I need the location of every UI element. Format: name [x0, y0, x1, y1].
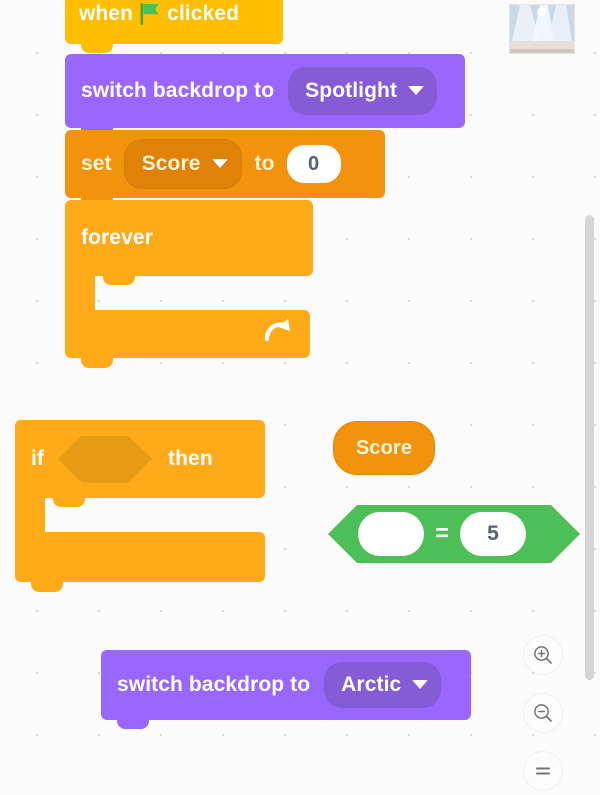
- green-flag-icon: [139, 2, 161, 26]
- switch-backdrop-label: switch backdrop to: [117, 673, 311, 696]
- variable-reporter-score[interactable]: Score: [333, 421, 435, 475]
- vertical-scrollbar-thumb[interactable]: [585, 215, 594, 680]
- when-label: when: [79, 2, 134, 25]
- loop-arrow-icon: [263, 318, 293, 344]
- set-label: set: [81, 152, 112, 175]
- variable-dropdown-value: Score: [141, 151, 201, 175]
- set-value-input[interactable]: 0: [286, 145, 341, 183]
- zoom-out-button[interactable]: [524, 694, 562, 732]
- if-footer-segment: [15, 532, 265, 582]
- when-green-flag-clicked-block[interactable]: when clicked: [65, 0, 283, 53]
- magnifier-plus-icon: [534, 646, 552, 664]
- clicked-label: clicked: [167, 2, 239, 25]
- backdrop-dropdown-value: Spotlight: [305, 78, 398, 102]
- block-bottom-notch: [117, 719, 149, 729]
- backdrop-dropdown-spotlight[interactable]: Spotlight: [288, 67, 438, 115]
- if-condition-slot[interactable]: [58, 436, 152, 483]
- forever-bottom-notch: [81, 358, 113, 368]
- chevron-down-icon: [412, 680, 429, 689]
- hat-block-bottom-notch: [81, 43, 113, 53]
- forever-inner-notch: [103, 276, 135, 285]
- switch-backdrop-label: switch backdrop to: [81, 79, 275, 102]
- if-bottom-notch: [31, 582, 63, 592]
- hat-block-content: when clicked: [79, 2, 239, 26]
- block-workspace-canvas[interactable]: when clicked switch backdrop to Spotligh…: [0, 0, 600, 795]
- set-score-to-block[interactable]: set Score to 0: [65, 130, 385, 207]
- if-label: if: [31, 447, 45, 470]
- zoom-reset-button[interactable]: [524, 752, 562, 790]
- backdrop-thumbnail-spotlight: [509, 4, 575, 54]
- equals-operator-block[interactable]: = 5: [328, 505, 580, 563]
- to-label: to: [254, 152, 275, 175]
- switch-backdrop-to-arctic-block[interactable]: switch backdrop to Arctic: [101, 650, 471, 729]
- chevron-down-icon: [408, 86, 425, 95]
- then-label: then: [168, 447, 213, 470]
- score-reporter-label: Score: [355, 436, 413, 459]
- backdrop-dropdown-value: Arctic: [341, 672, 402, 696]
- equals-left-operand-input[interactable]: [358, 512, 424, 556]
- backdrop-dropdown-arctic[interactable]: Arctic: [324, 662, 442, 708]
- forever-label: forever: [81, 226, 153, 249]
- equals-sign-label: =: [435, 520, 450, 547]
- variable-dropdown-score[interactable]: Score: [123, 139, 242, 189]
- equals-right-operand-input[interactable]: 5: [460, 512, 526, 556]
- forever-block[interactable]: forever: [65, 200, 313, 368]
- forever-label-row: forever: [81, 218, 153, 258]
- if-then-block[interactable]: if then: [15, 420, 265, 592]
- spotlight-backdrop-image: [510, 5, 574, 53]
- magnifier-minus-icon: [534, 704, 552, 722]
- chevron-down-icon: [211, 159, 228, 168]
- if-label-row: if then: [31, 434, 213, 484]
- if-inner-notch: [53, 498, 85, 507]
- equals-icon: [536, 767, 550, 775]
- zoom-in-button[interactable]: [524, 636, 562, 674]
- switch-backdrop-to-spotlight-block[interactable]: switch backdrop to Spotlight: [65, 54, 465, 137]
